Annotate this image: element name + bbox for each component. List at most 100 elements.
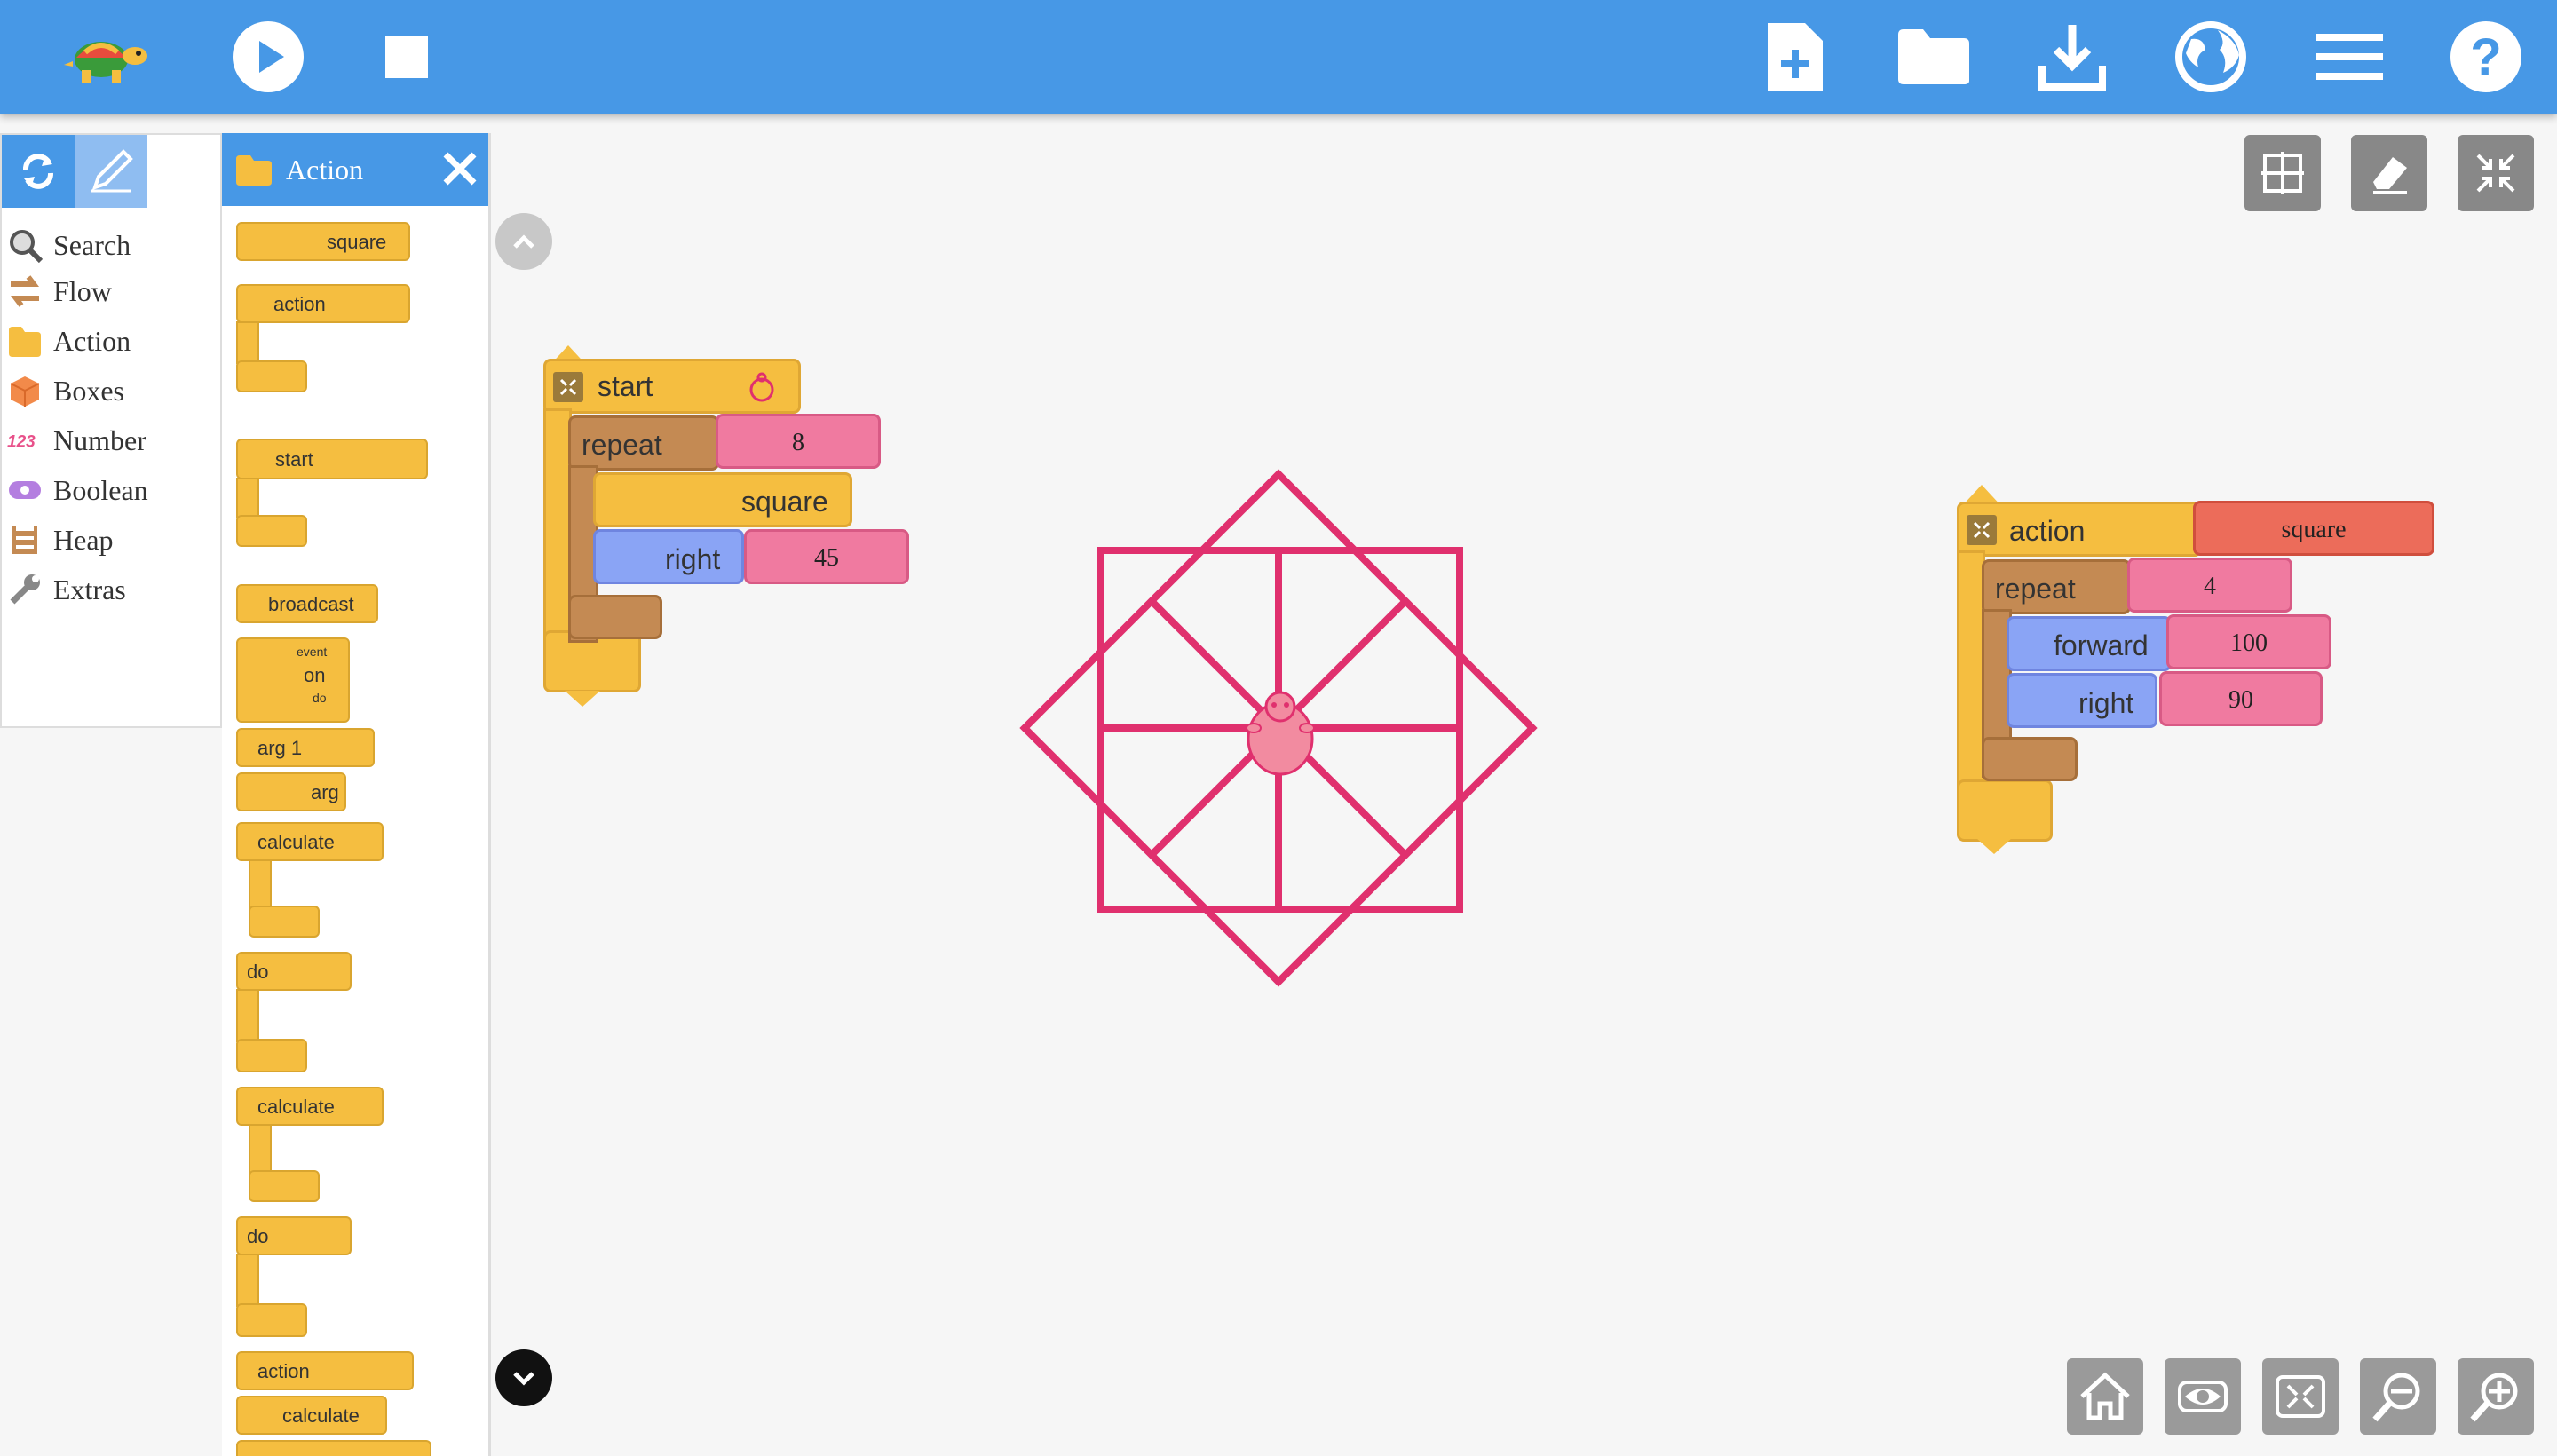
hide-blocks-button[interactable]: [2165, 1358, 2241, 1435]
chevron-up-icon: [513, 234, 534, 249]
main-toolbar: ?: [0, 0, 2557, 114]
play-icon[interactable]: [224, 12, 313, 101]
palette-block-start-foot: [236, 515, 307, 547]
palette-block-arg[interactable]: arg: [236, 772, 346, 811]
palette-block-calculate-2[interactable]: calculate: [236, 1087, 384, 1126]
collapse-blocks-icon: [2276, 1375, 2325, 1418]
stop-icon[interactable]: [362, 12, 451, 101]
chevron-down-icon: [513, 1372, 534, 1386]
globe-icon[interactable]: [2166, 12, 2255, 101]
palette-item-flow[interactable]: Flow: [7, 268, 112, 314]
zoom-out-icon: [2372, 1373, 2420, 1422]
palette-item-heap[interactable]: Heap: [7, 517, 114, 563]
collapse-icon[interactable]: [1967, 515, 1997, 545]
collapse-blocks-button[interactable]: [2262, 1358, 2339, 1435]
palette-block-broadcast[interactable]: broadcast: [236, 584, 378, 623]
palette-title: Action: [286, 153, 364, 186]
palette-block-do-arm: [236, 989, 259, 1042]
close-icon[interactable]: [435, 144, 485, 194]
palette-block-do-2[interactable]: do: [236, 1216, 352, 1255]
action-palette: Action square action start broadcast eve…: [222, 133, 491, 1456]
action-hat-block[interactable]: action: [1957, 502, 2202, 557]
grid-icon: [2261, 152, 2304, 194]
palette-item-number[interactable]: 123 Number: [7, 417, 146, 463]
palette-block-calculate-2-foot: [249, 1170, 320, 1202]
eye-icon: [2178, 1381, 2228, 1412]
palette-block-do-2-foot: [236, 1303, 307, 1337]
menu-icon[interactable]: [2305, 12, 2394, 101]
grid-button[interactable]: [2244, 135, 2321, 211]
svg-text:?: ?: [2470, 28, 2501, 86]
action-foot: [1957, 779, 2053, 842]
right-block[interactable]: right: [593, 529, 744, 584]
palette-block-action-foot: [236, 360, 307, 392]
palette-selector-header: [2, 135, 220, 208]
help-icon[interactable]: ?: [2442, 12, 2530, 101]
palette-block-on-event[interactable]: event on do: [236, 637, 350, 723]
turtle-logo[interactable]: [62, 12, 151, 101]
palette-block-square[interactable]: square: [236, 222, 410, 261]
palette-item-label: Heap: [53, 523, 114, 556]
forward-block[interactable]: forward: [2007, 616, 2172, 671]
action-repeat-block[interactable]: repeat: [1982, 559, 2131, 614]
palette-block-do-2-arm: [236, 1254, 259, 1307]
palette-block-action-2[interactable]: action: [236, 1351, 414, 1390]
collapse-button[interactable]: [2458, 135, 2534, 211]
boolean-icon: [7, 472, 43, 508]
rotate-palette-icon[interactable]: [2, 135, 75, 208]
scroll-down-button[interactable]: [495, 1349, 552, 1406]
home-icon: [2080, 1372, 2130, 1420]
scroll-up-button[interactable]: [495, 213, 552, 270]
palette-item-label: Flow: [53, 274, 112, 307]
palette-block-arg1[interactable]: arg 1: [236, 728, 375, 767]
collapse-arrows-icon: [2476, 154, 2515, 193]
eraser-icon: [2373, 157, 2407, 194]
new-file-icon[interactable]: [1751, 12, 1840, 101]
number-icon: 123: [7, 423, 43, 458]
action-repeat-count-input[interactable]: 4: [2127, 558, 2292, 613]
palette-selector: Search Flow Action Boxes 123 Number Bool…: [0, 133, 222, 728]
zoom-in-icon: [2470, 1373, 2518, 1422]
palette-block-calculate-3[interactable]: calculate: [236, 1396, 387, 1435]
palette-block-calculate[interactable]: calculate: [236, 822, 384, 861]
palette-item-action[interactable]: Action: [7, 318, 131, 364]
palette-item-extras[interactable]: Extras: [7, 566, 126, 613]
palette-block-calculate-arm: [249, 859, 272, 909]
turtle-drawing: [1019, 469, 1538, 987]
palette-item-boxes[interactable]: Boxes: [7, 368, 124, 414]
palette-block-start[interactable]: start: [236, 439, 428, 479]
palette-header: Action: [222, 133, 488, 206]
palette-block-action[interactable]: action: [236, 284, 410, 323]
palette-item-label: Action: [53, 324, 131, 357]
pen-palette-icon[interactable]: [75, 135, 147, 208]
collapse-icon[interactable]: [553, 372, 583, 402]
boxes-icon: [7, 373, 43, 408]
zoom-in-button[interactable]: [2458, 1358, 2534, 1435]
action-right-block[interactable]: right: [2007, 673, 2157, 728]
square-call-block[interactable]: square: [593, 472, 852, 527]
palette-item-boolean[interactable]: Boolean: [7, 467, 148, 513]
repeat-block[interactable]: repeat: [568, 415, 719, 471]
right-value-input[interactable]: 45: [744, 529, 909, 584]
clear-button[interactable]: [2351, 135, 2427, 211]
heap-icon: [7, 522, 43, 558]
palette-item-label: Extras: [53, 573, 126, 605]
search-icon: [7, 227, 43, 263]
home-button[interactable]: [2067, 1358, 2143, 1435]
palette-block-calculate-foot: [249, 906, 320, 938]
repeat-count-input[interactable]: 8: [716, 414, 881, 469]
start-hat-block[interactable]: start: [543, 359, 801, 414]
action-icon: [234, 152, 273, 187]
action-repeat-foot: [1982, 737, 2078, 781]
palette-block-do-foot: [236, 1039, 307, 1072]
forward-value-input[interactable]: 100: [2166, 614, 2331, 669]
action-right-value-input[interactable]: 90: [2159, 671, 2323, 726]
palette-block-do[interactable]: do: [236, 952, 352, 991]
palette-block-partial[interactable]: [236, 1440, 431, 1456]
palette-item-search[interactable]: Search: [7, 222, 131, 268]
action-name-input[interactable]: square: [2193, 501, 2434, 556]
open-folder-icon[interactable]: [1889, 12, 1978, 101]
palette-item-label: Boolean: [53, 473, 148, 506]
zoom-out-button[interactable]: [2360, 1358, 2436, 1435]
download-icon[interactable]: [2028, 12, 2117, 101]
